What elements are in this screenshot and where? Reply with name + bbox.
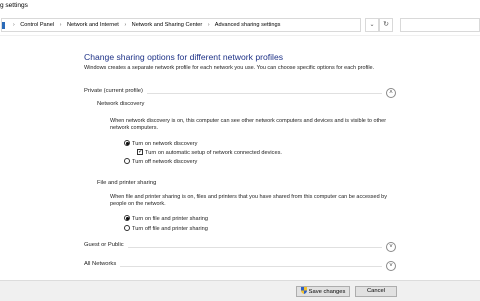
chevron-down-icon[interactable]: ˅ bbox=[386, 261, 396, 271]
file-sharing-on-radio[interactable]: Turn on file and printer sharing bbox=[124, 215, 208, 223]
divider bbox=[84, 266, 382, 267]
file-printer-sharing-description: When file and printer sharing is on, fil… bbox=[110, 194, 387, 208]
search-input[interactable] bbox=[400, 18, 480, 32]
chevron-down-icon[interactable]: ˅ bbox=[386, 242, 396, 252]
breadcrumb-separator-icon[interactable]: › bbox=[120, 22, 130, 28]
address-history-button[interactable]: ⌄ bbox=[365, 18, 379, 32]
guest-profile-label: Guest or Public bbox=[84, 242, 124, 248]
network-discovery-on-radio[interactable]: Turn on network discovery bbox=[124, 140, 197, 148]
control-panel-icon bbox=[2, 22, 5, 29]
divider bbox=[84, 247, 382, 248]
breadcrumb-advanced-sharing[interactable]: Advanced sharing settings bbox=[215, 22, 281, 28]
breadcrumb-separator-icon[interactable]: › bbox=[204, 22, 214, 28]
file-sharing-off-radio[interactable]: Turn off file and printer sharing bbox=[124, 225, 208, 233]
guest-profile-header[interactable]: Guest or Public ˅ bbox=[84, 242, 396, 254]
radio-icon[interactable] bbox=[124, 140, 130, 146]
network-discovery-title: Network discovery bbox=[97, 101, 145, 107]
breadcrumb: › Control Panel › Network and Internet ›… bbox=[9, 19, 280, 31]
address-bar[interactable]: › Control Panel › Network and Internet ›… bbox=[1, 18, 361, 32]
page-intro: Windows creates a separate network profi… bbox=[84, 65, 375, 71]
all-networks-header[interactable]: All Networks ˅ bbox=[84, 261, 396, 273]
checkbox-icon[interactable] bbox=[137, 148, 143, 156]
breadcrumb-separator-icon: › bbox=[13, 22, 15, 28]
footer-bar: Save changes Cancel bbox=[0, 280, 480, 301]
cancel-button[interactable]: Cancel bbox=[355, 286, 397, 297]
window-title: g settings bbox=[0, 2, 28, 9]
private-profile-header[interactable]: Private (current profile) ˄ bbox=[84, 88, 396, 100]
page-title: Change sharing options for different net… bbox=[84, 52, 284, 62]
breadcrumb-network-and-internet[interactable]: Network and Internet bbox=[67, 22, 119, 28]
chevron-down-icon: ⌄ bbox=[369, 22, 375, 28]
breadcrumb-network-sharing-center[interactable]: Network and Sharing Center bbox=[132, 22, 203, 28]
radio-icon[interactable] bbox=[124, 215, 130, 221]
refresh-icon: ↻ bbox=[383, 21, 389, 28]
refresh-button[interactable]: ↻ bbox=[379, 18, 393, 32]
breadcrumb-separator-icon[interactable]: › bbox=[56, 22, 66, 28]
radio-icon[interactable] bbox=[124, 158, 130, 164]
breadcrumb-control-panel[interactable]: Control Panel bbox=[20, 22, 54, 28]
radio-icon[interactable] bbox=[124, 225, 130, 231]
chevron-up-icon[interactable]: ˄ bbox=[386, 88, 396, 98]
address-bar-row: › Control Panel › Network and Internet ›… bbox=[0, 15, 480, 36]
private-profile-label: Private (current profile) bbox=[84, 88, 143, 94]
network-discovery-off-radio[interactable]: Turn off network discovery bbox=[124, 158, 197, 166]
file-printer-sharing-title: File and printer sharing bbox=[97, 180, 157, 186]
save-changes-button[interactable]: Save changes bbox=[296, 286, 350, 297]
all-networks-label: All Networks bbox=[84, 261, 117, 267]
uac-shield-icon bbox=[300, 287, 307, 294]
auto-setup-checkbox[interactable]: Turn on automatic setup of network conne… bbox=[137, 148, 282, 157]
network-discovery-description: When network discovery is on, this compu… bbox=[110, 118, 387, 132]
title-bar: g settings bbox=[0, 0, 480, 13]
